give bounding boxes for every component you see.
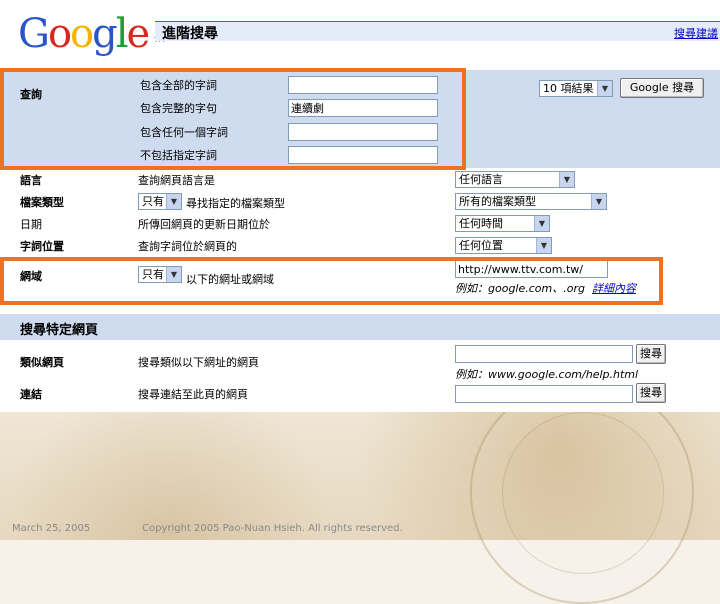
language-desc: 查詢網頁語言是 xyxy=(138,174,215,187)
date-select[interactable]: 任何時間 ▼ xyxy=(455,215,550,232)
highlight-domain-box xyxy=(0,257,663,305)
similar-desc: 搜尋類似以下網址的網頁 xyxy=(138,356,259,369)
chevron-down-icon: ▼ xyxy=(559,172,574,187)
highlight-query-box xyxy=(0,68,466,170)
page-title: 進階搜尋 xyxy=(162,26,218,42)
word-position-desc: 查詢字詞位於網頁的 xyxy=(138,240,237,253)
google-search-button[interactable]: Google 搜尋 xyxy=(620,78,704,98)
links-search-button[interactable]: 搜尋 xyxy=(636,383,666,403)
title-bar: 進階搜尋 搜尋建議 xyxy=(155,21,720,42)
results-count-select[interactable]: 10 項結果 ▼ xyxy=(539,80,613,97)
similar-label: 類似網頁 xyxy=(20,356,64,369)
specific-pages-title: 搜尋特定網頁 xyxy=(20,323,99,338)
similar-search-button[interactable]: 搜尋 xyxy=(636,344,666,364)
date-desc: 所傳回網頁的更新日期位於 xyxy=(138,218,270,231)
footer-copyright: Copyright 2005 Pao-Nuan Hsieh. All right… xyxy=(142,523,403,534)
filetype-mode-select[interactable]: 只有 ▼ xyxy=(138,193,182,210)
footer-date: March 25, 2005 xyxy=(12,523,91,534)
filetype-desc: 尋找指定的檔案類型 xyxy=(186,197,285,210)
specific-pages-header: 搜尋特定網頁 xyxy=(0,314,720,340)
chevron-down-icon: ▼ xyxy=(166,194,181,209)
date-label: 日期 xyxy=(20,218,42,231)
links-desc: 搜尋連結至此頁的網頁 xyxy=(138,388,248,401)
similar-example: 例如：www.google.com/help.html xyxy=(455,368,639,381)
google-logo[interactable]: Google TM xyxy=(18,12,164,56)
chevron-down-icon: ▼ xyxy=(536,238,551,253)
filetype-select[interactable]: 所有的檔案類型 ▼ xyxy=(455,193,607,210)
language-select[interactable]: 任何語言 ▼ xyxy=(455,171,575,188)
word-position-select[interactable]: 任何位置 ▼ xyxy=(455,237,552,254)
compass-decoration xyxy=(470,380,694,604)
language-label: 語言 xyxy=(20,174,42,187)
filetype-label: 檔案類型 xyxy=(20,196,64,209)
chevron-down-icon: ▼ xyxy=(597,81,612,96)
search-tips-link[interactable]: 搜尋建議 xyxy=(674,25,718,41)
links-url-input[interactable] xyxy=(455,385,633,403)
chevron-down-icon: ▼ xyxy=(591,194,606,209)
word-position-label: 字詞位置 xyxy=(20,240,64,253)
similar-url-input[interactable] xyxy=(455,345,633,363)
chevron-down-icon: ▼ xyxy=(534,216,549,231)
advanced-search-page: Google TM 進階搜尋 搜尋建議 查詢 包含全部的字詞 包含完整的字句 包… xyxy=(0,0,720,412)
links-label: 連結 xyxy=(20,388,42,401)
